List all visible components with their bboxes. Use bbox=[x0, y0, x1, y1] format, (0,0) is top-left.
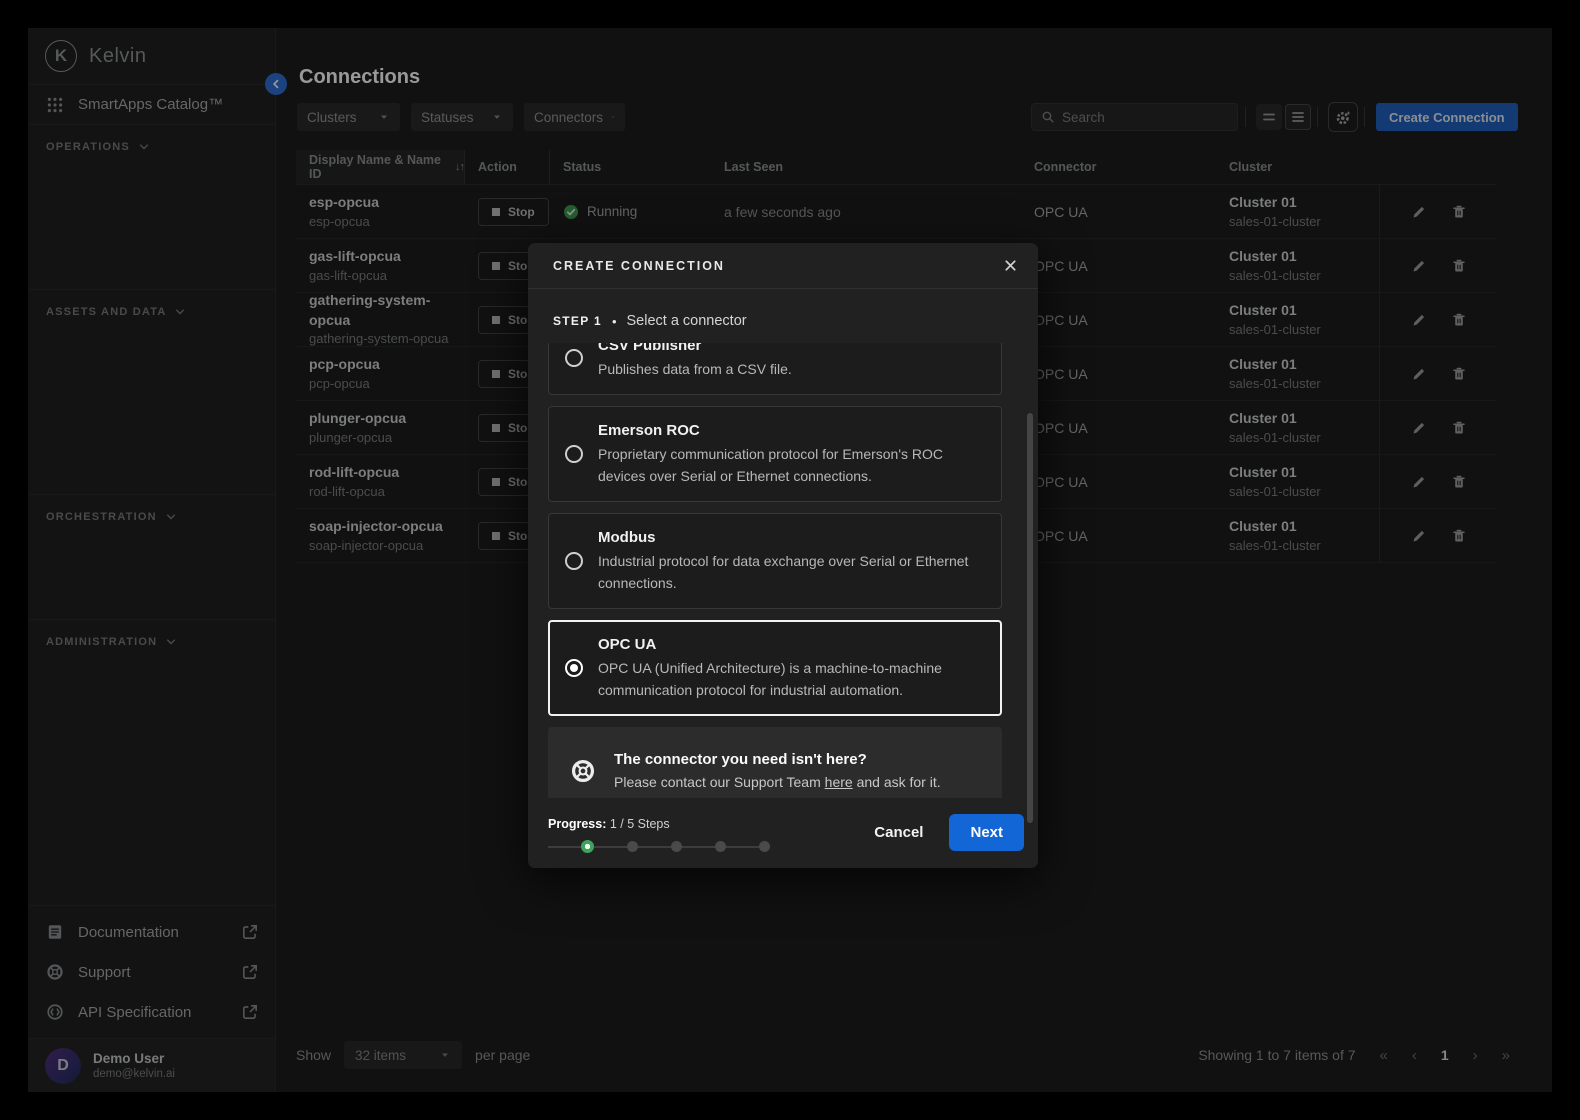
support-title: The connector you need isn't here? bbox=[614, 749, 941, 770]
progress-step-dot bbox=[627, 841, 638, 852]
progress-step-dot bbox=[581, 840, 594, 853]
create-connection-modal: CREATE CONNECTION STEP 1 • Select a conn… bbox=[528, 243, 1038, 868]
connector-option-name: Modbus bbox=[598, 528, 981, 548]
connector-option[interactable]: Emerson ROC Proprietary communication pr… bbox=[548, 406, 1002, 502]
lifebuoy-icon bbox=[570, 758, 596, 784]
radio-icon[interactable] bbox=[565, 445, 583, 463]
connector-option-description: Proprietary communication protocol for E… bbox=[598, 443, 981, 487]
support-link[interactable]: here bbox=[825, 774, 853, 790]
connector-option[interactable]: Modbus Industrial protocol for data exch… bbox=[548, 513, 1002, 609]
radio-icon[interactable] bbox=[565, 349, 583, 367]
progress-step-dot bbox=[759, 841, 770, 852]
connector-option[interactable]: OPC UA OPC UA (Unified Architecture) is … bbox=[548, 620, 1002, 716]
support-text: Please contact our Support Team here and… bbox=[614, 772, 941, 793]
close-icon[interactable] bbox=[996, 252, 1024, 280]
modal-title: CREATE CONNECTION bbox=[553, 259, 725, 273]
next-button[interactable]: Next bbox=[949, 814, 1024, 851]
progress-steps bbox=[548, 840, 770, 853]
connector-option-description: OPC UA (Unified Architecture) is a machi… bbox=[598, 657, 981, 701]
step-indicator: STEP 1 • Select a connector bbox=[528, 289, 1038, 343]
connector-option-description: Industrial protocol for data exchange ov… bbox=[598, 550, 981, 594]
support-panel: The connector you need isn't here? Pleas… bbox=[548, 727, 1002, 798]
progress-label: Progress: 1 / 5 Steps bbox=[548, 817, 770, 831]
progress-step-dot bbox=[715, 841, 726, 852]
connector-option-name: CSV Publisher bbox=[598, 343, 792, 356]
connector-option-description: Publishes data from a CSV file. bbox=[598, 358, 792, 380]
radio-icon[interactable] bbox=[565, 659, 583, 677]
app-window: K Kelvin SmartApps Catalog™ OPERATIONS bbox=[28, 28, 1552, 1092]
connector-option-name: OPC UA bbox=[598, 635, 981, 655]
modal-scrollbar-thumb[interactable] bbox=[1027, 413, 1033, 823]
radio-icon[interactable] bbox=[565, 552, 583, 570]
connector-option-name: Emerson ROC bbox=[598, 421, 981, 441]
progress-step-dot bbox=[671, 841, 682, 852]
connector-option[interactable]: CSV Publisher Publishes data from a CSV … bbox=[548, 343, 1002, 395]
connector-options-scroll-area: CSV Publisher Publishes data from a CSV … bbox=[528, 343, 1038, 798]
cancel-button[interactable]: Cancel bbox=[874, 824, 923, 841]
modal-footer: Progress: 1 / 5 Steps bbox=[528, 798, 1038, 866]
